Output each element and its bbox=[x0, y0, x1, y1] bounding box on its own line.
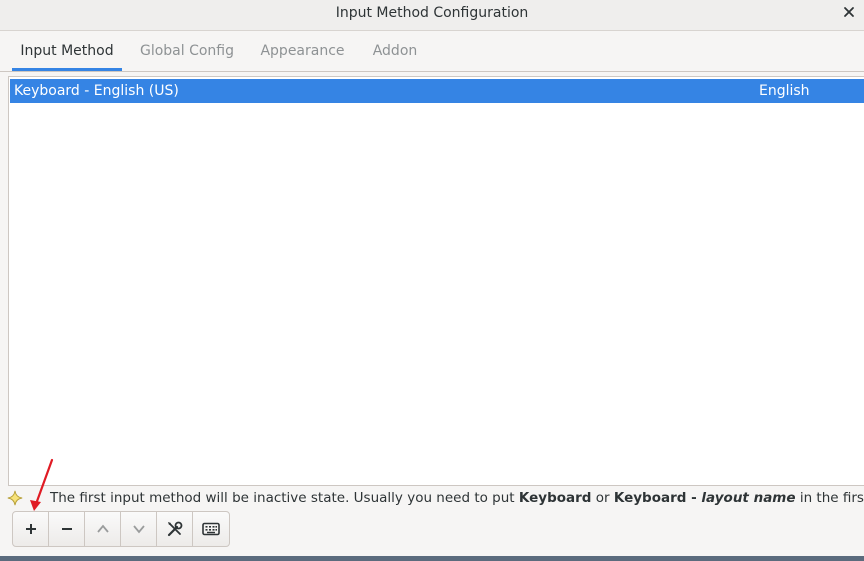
input-method-list[interactable]: Keyboard - English (US) English bbox=[8, 76, 864, 486]
chevron-up-icon bbox=[96, 524, 109, 533]
keyboard-layout-button[interactable] bbox=[193, 512, 229, 546]
hint-bar: The first input method will be inactive … bbox=[7, 488, 864, 508]
tab-input-method[interactable]: Input Method bbox=[12, 31, 122, 71]
title-bar: Input Method Configuration bbox=[0, 0, 864, 31]
list-toolbar bbox=[12, 511, 230, 547]
tab-addon[interactable]: Addon bbox=[363, 31, 427, 71]
move-up-button[interactable] bbox=[85, 512, 121, 546]
tab-global-config[interactable]: Global Config bbox=[133, 31, 241, 71]
sparkle-icon bbox=[7, 490, 23, 506]
move-down-button[interactable] bbox=[121, 512, 157, 546]
remove-input-method-button[interactable] bbox=[49, 512, 85, 546]
configure-input-method-button[interactable] bbox=[157, 512, 193, 546]
close-icon bbox=[844, 7, 854, 17]
tools-icon bbox=[167, 521, 182, 537]
hint-text: The first input method will be inactive … bbox=[50, 490, 864, 506]
tab-bar: Input Method Global Config Appearance Ad… bbox=[0, 31, 864, 72]
input-method-config-window: Input Method Configuration Input Method … bbox=[0, 0, 864, 556]
keyboard-icon bbox=[202, 522, 220, 536]
add-input-method-button[interactable] bbox=[13, 512, 49, 546]
minus-icon bbox=[61, 528, 72, 530]
tab-appearance[interactable]: Appearance bbox=[252, 31, 353, 71]
plus-icon bbox=[25, 524, 36, 534]
window-title: Input Method Configuration bbox=[335, 5, 529, 21]
chevron-down-icon bbox=[132, 525, 145, 534]
input-method-language: English bbox=[759, 83, 810, 99]
input-method-name: Keyboard - English (US) bbox=[14, 83, 179, 99]
list-item[interactable]: Keyboard - English (US) English bbox=[10, 79, 864, 103]
close-button[interactable] bbox=[840, 5, 858, 23]
